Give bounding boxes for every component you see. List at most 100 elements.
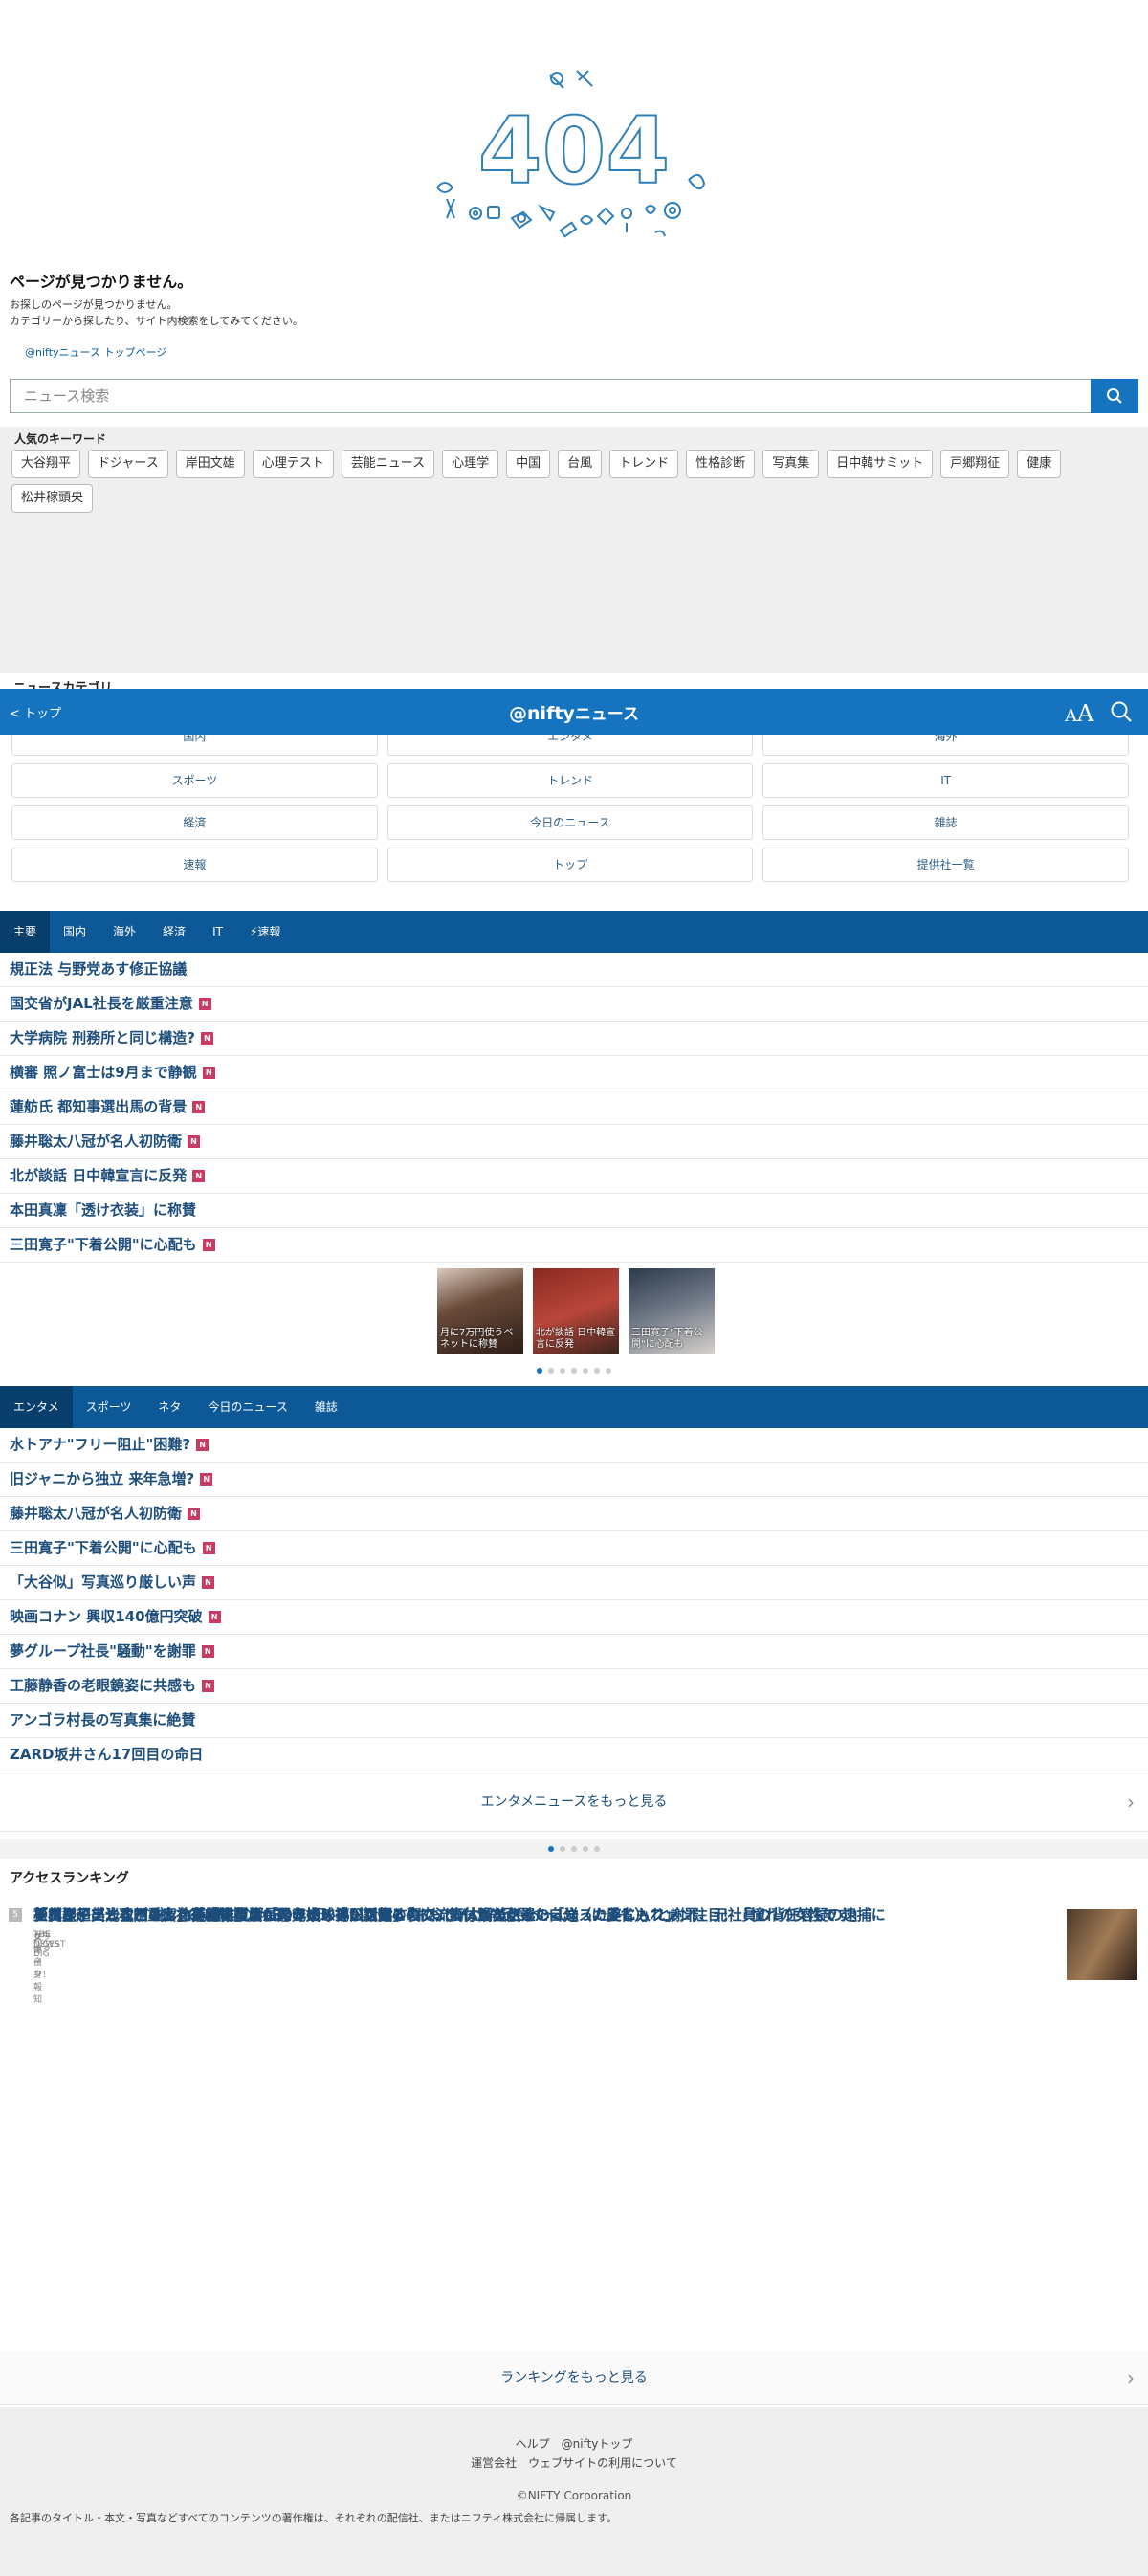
news-item[interactable]: 工藤静香の老眼鏡姿に共感も N (0, 1669, 1148, 1704)
news-item[interactable]: 「大谷似」写真巡り厳しい声 N (0, 1566, 1148, 1600)
site-logo[interactable]: @niftyニュース (0, 700, 1148, 724)
footer-link[interactable]: ヘルプ (516, 2437, 550, 2451)
news-tab[interactable]: ⚡速報 (236, 911, 294, 953)
keyword-chip[interactable]: 中国 (506, 450, 551, 478)
main-news-list: 規正法 与野党あす修正協議 国交省がJAL社長を厳重注意 N 大学病院 刑務所と同じ構… (0, 953, 1148, 1263)
news-tab[interactable]: 経済 (149, 911, 199, 953)
category-link[interactable]: IT (762, 763, 1129, 798)
news-tab[interactable]: 主要 (0, 911, 51, 953)
news-item[interactable]: 本田真凜「透け衣装」に称賛 (0, 1194, 1148, 1228)
keyword-chip[interactable]: 松井稼頭央 (11, 484, 94, 513)
news-title: 大学病院 刑務所と同じ構造? (10, 1029, 195, 1046)
keyword-chip[interactable]: 健康 (1017, 450, 1062, 478)
ent-more-link[interactable]: エンタメニュースをもっと見る › (0, 1772, 1148, 1832)
news-title: 藤井聡太八冠が名人初防衛 (10, 1133, 183, 1150)
chevron-right-icon: › (1127, 2367, 1135, 2389)
error-code: 404 (478, 98, 670, 205)
keyword-chip[interactable]: 大谷翔平 (11, 450, 81, 478)
news-item[interactable]: 国交省がJAL社長を厳重注意 N (0, 987, 1148, 1022)
news-item[interactable]: 映画コナン 興収140億円突破 N (0, 1600, 1148, 1635)
font-size-icon[interactable]: AA (1065, 700, 1093, 727)
keyword-chip[interactable]: 心理テスト (252, 450, 334, 478)
news-item[interactable]: 三田寛子"下着公開"に心配も N (0, 1228, 1148, 1263)
category-link[interactable]: 提供社一覧 (762, 848, 1129, 882)
news-tab[interactable]: 国内 (50, 911, 99, 953)
news-item[interactable]: 規正法 与野党あす修正協議 (0, 953, 1148, 987)
category-heading: ニュースカテゴリ (13, 681, 113, 689)
news-tab[interactable]: スポーツ (73, 1386, 145, 1428)
category-link[interactable]: トレンド (386, 763, 754, 798)
new-badge: N (192, 1101, 206, 1113)
news-title: 本田真凜「透け衣装」に称賛 (10, 1201, 197, 1219)
search-button[interactable] (1091, 379, 1138, 413)
footer-link[interactable]: ウェブサイトの利用について (528, 2456, 677, 2470)
category-link[interactable]: トップ (386, 848, 754, 882)
header-search-icon[interactable] (1110, 700, 1133, 727)
news-item[interactable]: ZARD坂井さん17回目の命日 (0, 1738, 1148, 1772)
not-found-title: ページが見つかりません。 (10, 273, 193, 291)
news-tab[interactable]: 海外 (99, 911, 149, 953)
footer-link[interactable]: 運営会社 (471, 2456, 517, 2470)
carousel-dot[interactable] (583, 1368, 588, 1374)
top-page-link[interactable]: @niftyニュース トップページ (25, 344, 166, 360)
carousel-dot[interactable] (548, 1368, 554, 1374)
keyword-chip[interactable]: 戸郷翔征 (940, 450, 1010, 478)
keyword-chip[interactable]: 台風 (558, 450, 603, 478)
keyword-chip[interactable]: トレンド (609, 450, 679, 478)
news-item[interactable]: 大学病院 刑務所と同じ構造? N (0, 1022, 1148, 1056)
news-item[interactable]: 北が談話 日中韓宣言に反発 N (0, 1159, 1148, 1194)
carousel-dot[interactable] (560, 1846, 565, 1852)
carousel-dot[interactable] (583, 1846, 588, 1852)
new-badge: N (192, 1170, 206, 1182)
news-item[interactable]: 旧ジャニから独立 来年急増? N (0, 1463, 1148, 1497)
category-link[interactable]: 雑誌 (762, 805, 1129, 840)
keyword-chip[interactable]: 心理学 (442, 450, 499, 478)
carousel-dot[interactable] (548, 1846, 554, 1852)
news-thumbnail[interactable]: 三田寛子"下着公開"に心配も (629, 1268, 715, 1354)
keywords-heading: 人気のキーワード (14, 432, 107, 446)
category-link[interactable]: スポーツ (11, 763, 378, 798)
news-tab[interactable]: エンタメ (0, 1386, 73, 1428)
new-badge: N (208, 1611, 221, 1623)
news-item[interactable]: 藤井聡太八冠が名人初防衛 N (0, 1125, 1148, 1159)
carousel-dot[interactable] (594, 1368, 600, 1374)
category-link[interactable]: 今日のニュース (386, 805, 754, 840)
keyword-chip[interactable]: 性格診断 (686, 450, 756, 478)
category-link[interactable]: 速報 (11, 848, 378, 882)
news-item[interactable]: 藤井聡太八冠が名人初防衛 N (0, 1497, 1148, 1531)
news-thumbnail[interactable]: 月に7万円使うベネットに称賛 (437, 1268, 523, 1354)
news-title: 藤井聡太八冠が名人初防衛 (10, 1505, 183, 1522)
search-input[interactable] (10, 379, 1091, 413)
category-link[interactable]: 経済 (11, 805, 378, 840)
news-item[interactable]: 水トアナ"フリー阻止"困難? N (0, 1428, 1148, 1463)
news-title: 旧ジャニから独立 来年急増? (10, 1470, 195, 1487)
new-badge: N (196, 1439, 210, 1451)
description-line-2: カテゴリーから探したり、サイト内検索をしてみてください。 (10, 315, 303, 327)
news-tab[interactable]: 雑誌 (301, 1386, 351, 1428)
news-tab[interactable]: IT (199, 911, 236, 953)
news-tab[interactable]: 今日のニュース (194, 1386, 300, 1428)
news-item[interactable]: 横審 照ノ富士は9月まで静観 N (0, 1056, 1148, 1090)
keyword-chip[interactable]: 芸能ニュース (341, 450, 435, 478)
new-badge: N (202, 1239, 215, 1251)
carousel-dot[interactable] (571, 1846, 577, 1852)
footer-link-wrap: ヘルプ (516, 2437, 550, 2451)
news-thumbnail[interactable]: 北が談話 日中韓宣言に反発 (533, 1268, 619, 1354)
keyword-chip[interactable]: 日中韓サミット (827, 450, 934, 478)
footer-link[interactable]: @niftyトップ (562, 2437, 633, 2451)
news-item[interactable]: アンゴラ村長の写真集に絶賛 (0, 1704, 1148, 1738)
ranking-more-link[interactable]: ランキングをもっと見る › (0, 2351, 1148, 2405)
news-item[interactable]: 夢グループ社長"騒動"を謝罪 N (0, 1635, 1148, 1669)
carousel-dot[interactable] (537, 1368, 542, 1374)
carousel-dot[interactable] (594, 1846, 600, 1852)
keyword-chip[interactable]: 写真集 (762, 450, 820, 478)
news-title: 規正法 与野党あす修正協議 (10, 960, 188, 978)
news-item[interactable]: 三田寛子"下着公開"に心配も N (0, 1531, 1148, 1566)
carousel-dot[interactable] (606, 1368, 611, 1374)
keyword-chip[interactable]: 岸田文雄 (175, 450, 245, 478)
carousel-dot[interactable] (560, 1368, 565, 1374)
news-tab[interactable]: ネタ (144, 1386, 194, 1428)
news-item[interactable]: 蓮舫氏 都知事選出馬の背景 N (0, 1090, 1148, 1125)
keyword-chip[interactable]: ドジャース (88, 450, 168, 478)
carousel-dot[interactable] (571, 1368, 577, 1374)
